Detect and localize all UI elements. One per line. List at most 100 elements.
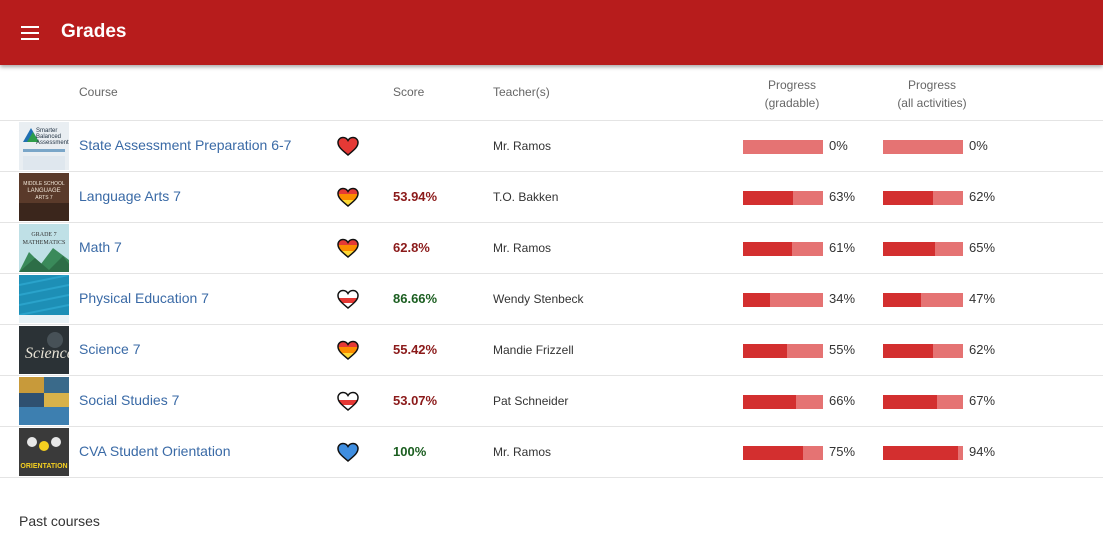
progress-percent-gradable: 75% — [829, 444, 856, 459]
teacher-name: Pat Schneider — [493, 394, 569, 408]
course-thumbnail[interactable]: Science — [19, 326, 69, 374]
heart-icon[interactable] — [337, 238, 359, 258]
table-row: Smarter Balanced Assessment State Assess… — [0, 121, 1103, 172]
progress-fill-gradable — [743, 191, 794, 205]
heart-icon[interactable] — [337, 391, 359, 411]
progress-percent-all: 65% — [969, 240, 996, 255]
table-row: Social Studies 7 53.07% Pat Schneider 66… — [0, 376, 1103, 427]
course-link[interactable]: Science 7 — [79, 341, 140, 357]
progress-bar-gradable — [743, 344, 823, 358]
progress-fill-gradable — [743, 242, 792, 256]
heart-icon[interactable] — [337, 340, 359, 360]
teacher-name: Mr. Ramos — [493, 241, 552, 255]
heart-icon[interactable] — [337, 442, 359, 462]
svg-text:Assessment: Assessment — [36, 140, 69, 146]
teacher-name: Wendy Stenbeck — [493, 292, 584, 306]
course-link[interactable]: Math 7 — [79, 239, 122, 255]
progress-bar-gradable — [743, 446, 823, 460]
progress-fill-all — [883, 293, 921, 307]
progress-bar-all — [883, 140, 963, 154]
progress-percent-gradable: 66% — [829, 393, 856, 408]
svg-text:MIDDLE SCHOOL: MIDDLE SCHOOL — [23, 181, 65, 187]
svg-text:Science: Science — [25, 345, 69, 362]
svg-text:LANGUAGE: LANGUAGE — [27, 188, 60, 194]
progress-bar-gradable — [743, 242, 823, 256]
teacher-name: Mr. Ramos — [493, 139, 552, 153]
course-link[interactable]: Social Studies 7 — [79, 392, 179, 408]
course-link[interactable]: Language Arts 7 — [79, 188, 181, 204]
progress-fill-all — [883, 344, 933, 358]
progress-fill-gradable — [743, 293, 771, 307]
progress-bar-gradable — [743, 395, 823, 409]
column-header-progress-gradable-line1: Progress — [767, 78, 817, 92]
progress-percent-gradable: 61% — [829, 240, 856, 255]
progress-bar-all — [883, 293, 963, 307]
svg-text:ARTS 7: ARTS 7 — [35, 195, 53, 201]
table-row: MIDDLE SCHOOL LANGUAGE ARTS 7 Language A… — [0, 172, 1103, 223]
heart-icon[interactable] — [337, 136, 359, 156]
hamburger-menu-icon[interactable] — [18, 21, 44, 45]
progress-bar-gradable — [743, 191, 823, 205]
svg-text:GRADE 7: GRADE 7 — [31, 232, 56, 238]
column-header-progress-all: Progress (all activities) — [872, 76, 992, 112]
score-value: 100% — [393, 444, 427, 459]
course-link[interactable]: State Assessment Preparation 6-7 — [79, 137, 291, 153]
course-thumbnail[interactable]: Smarter Balanced Assessment — [19, 122, 69, 170]
course-thumbnail[interactable] — [19, 377, 69, 425]
heart-icon[interactable] — [337, 289, 359, 309]
course-thumbnail[interactable]: MIDDLE SCHOOL LANGUAGE ARTS 7 — [19, 173, 69, 221]
progress-fill-all — [883, 446, 959, 460]
score-value: 86.66% — [393, 291, 438, 306]
course-link[interactable]: Physical Education 7 — [79, 290, 209, 306]
table-header: Course Score Teacher(s) Progress (gradab… — [0, 65, 1103, 121]
progress-percent-all: 94% — [969, 444, 996, 459]
past-courses-link[interactable]: Past courses — [19, 513, 100, 529]
progress-percent-all: 62% — [969, 189, 996, 204]
score-value: 62.8% — [393, 240, 430, 255]
progress-percent-gradable: 0% — [829, 138, 848, 153]
progress-percent-gradable: 34% — [829, 291, 856, 306]
progress-fill-all — [883, 395, 937, 409]
table-row: Physical Education 7 86.66% Wendy Stenbe… — [0, 274, 1103, 325]
column-header-progress-gradable-line2: (gradable) — [764, 96, 820, 110]
course-thumbnail[interactable]: ORIENTATION — [19, 428, 69, 476]
course-thumbnail[interactable] — [19, 275, 69, 323]
table-row: GRADE 7 MATHEMATICS Math 7 62.8% Mr. Ram… — [0, 223, 1103, 274]
progress-bar-gradable — [743, 293, 823, 307]
progress-percent-gradable: 63% — [829, 189, 856, 204]
progress-bar-gradable — [743, 140, 823, 154]
progress-bar-all — [883, 242, 963, 256]
score-value: 55.42% — [393, 342, 438, 357]
column-header-progress-gradable: Progress (gradable) — [732, 76, 852, 112]
progress-fill-all — [883, 191, 933, 205]
app-bar: Grades — [0, 0, 1103, 65]
svg-text:MATHEMATICS: MATHEMATICS — [23, 240, 66, 246]
progress-bar-all — [883, 395, 963, 409]
page-title: Grades — [61, 21, 127, 42]
column-header-course: Course — [79, 85, 118, 99]
table-row: ORIENTATION CVA Student Orientation 100%… — [0, 427, 1103, 478]
heart-icon[interactable] — [337, 187, 359, 207]
progress-percent-gradable: 55% — [829, 342, 856, 357]
teacher-name: T.O. Bakken — [493, 190, 559, 204]
progress-percent-all: 67% — [969, 393, 996, 408]
teacher-name: Mr. Ramos — [493, 445, 552, 459]
progress-fill-gradable — [743, 446, 803, 460]
progress-bar-all — [883, 344, 963, 358]
progress-percent-all: 0% — [969, 138, 988, 153]
progress-bar-all — [883, 191, 963, 205]
progress-fill-all — [883, 242, 935, 256]
progress-percent-all: 62% — [969, 342, 996, 357]
progress-percent-all: 47% — [969, 291, 996, 306]
course-thumbnail[interactable]: GRADE 7 MATHEMATICS — [19, 224, 69, 272]
column-header-progress-all-line2: (all activities) — [897, 96, 967, 110]
column-header-progress-all-line1: Progress — [907, 78, 957, 92]
column-header-score: Score — [393, 85, 425, 99]
progress-fill-gradable — [743, 395, 796, 409]
score-value: 53.94% — [393, 189, 438, 204]
course-link[interactable]: CVA Student Orientation — [79, 443, 231, 459]
column-header-teacher: Teacher(s) — [493, 85, 550, 99]
table-row: Science Science 7 55.42% Mandie Frizzell… — [0, 325, 1103, 376]
svg-text:ORIENTATION: ORIENTATION — [20, 463, 67, 470]
progress-fill-gradable — [743, 344, 787, 358]
